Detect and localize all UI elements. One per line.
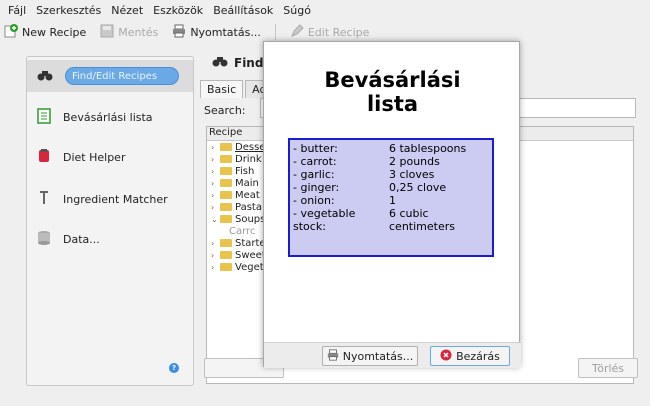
list-item: - garlic: 3 cloves (293, 168, 435, 181)
dialog-close-label: Bezárás (456, 349, 500, 363)
dialog-print-label: Nyomtatás... (342, 349, 414, 363)
tree-row-label: Starte (235, 237, 266, 249)
list-item: - onion: 1 (293, 194, 396, 207)
folder-icon (220, 143, 232, 151)
list-item: - carrot: 2 pounds (293, 155, 440, 168)
chevron-right-icon[interactable]: › (211, 203, 217, 212)
chevron-right-icon[interactable]: › (211, 263, 217, 272)
menu-settings[interactable]: Beállítások (213, 4, 273, 17)
delete-label: Törlés (591, 361, 625, 375)
binoculars-icon (212, 54, 228, 71)
new-recipe-icon (4, 23, 18, 41)
shopping-list-dialog: Bevásárlási lista - butter: 6 tablespoons … (263, 41, 521, 368)
search-label: Search: (204, 104, 246, 117)
save-icon (100, 24, 114, 41)
sidebar-item-label: Ingredient Matcher (63, 192, 168, 206)
chevron-right-icon[interactable]: › (211, 239, 217, 248)
sidebar-item-label: Diet Helper (63, 150, 126, 164)
folder-icon (220, 155, 232, 163)
folder-icon (220, 203, 232, 211)
sidebar-item-diet-helper[interactable]: Diet Helper (27, 141, 193, 173)
sidebar-item-ingredient-matcher[interactable]: Ingredient Matcher (27, 183, 193, 215)
find-search-input[interactable]: Find/Edit Recipes (65, 67, 179, 85)
chevron-right-icon[interactable]: › (211, 167, 217, 176)
list-icon (37, 107, 51, 127)
tree-row-label: Sweet (235, 249, 266, 261)
binoculars-icon (37, 68, 53, 85)
folder-icon (220, 239, 232, 247)
chevron-right-icon[interactable]: › (211, 191, 217, 200)
matcher-icon (37, 190, 51, 209)
printer-icon (172, 24, 186, 41)
close-icon (440, 349, 452, 364)
list-item: - vegetable stock: 6 cubic centimeters (293, 207, 455, 233)
tree-row-label: Pasta (235, 201, 262, 213)
chevron-right-icon[interactable]: › (211, 251, 217, 260)
new-recipe-label: New Recipe (22, 25, 87, 39)
toolbar-separator (274, 24, 276, 40)
menubar: Fájl Szerkesztés Nézet Eszközök Beállítá… (0, 0, 650, 20)
edit-recipe-label: Edit Recipe (307, 25, 370, 39)
sidebar-item-label: Bevásárlási lista (63, 110, 153, 124)
dialog-title: Bevásárlási lista (324, 68, 461, 116)
sidebar-item-label: Data... (63, 232, 100, 246)
tree-row-label: Main (235, 177, 259, 189)
print-label: Nyomtatás... (190, 25, 261, 39)
folder-icon (220, 179, 232, 187)
tree-row-label: Desse (235, 141, 266, 153)
tree-row-label: Veget (235, 261, 264, 273)
menu-tools[interactable]: Eszközök (153, 4, 203, 17)
shopping-list-table: - butter: 6 tablespoons - carrot: 2 pounds… (288, 138, 494, 257)
tree-row-label: Drink (235, 153, 262, 165)
tab-basic[interactable]: Basic (200, 80, 244, 98)
chevron-down-icon[interactable]: ⌄ (211, 215, 218, 224)
sidebar: Find/Edit Recipes Bevásárlási lista Diet… (26, 56, 194, 386)
chevron-right-icon[interactable]: › (211, 179, 217, 188)
pencil-icon (290, 23, 304, 41)
sidebar-item-shopping-list[interactable]: Bevásárlási lista (27, 101, 193, 133)
folder-icon (220, 191, 232, 199)
page-title: Find (212, 54, 263, 71)
list-item: - butter: 6 tablespoons (293, 142, 467, 155)
page-title-text: Find (234, 55, 264, 70)
menu-view[interactable]: Nézet (111, 4, 143, 17)
save-label: Mentés (118, 25, 159, 39)
delete-button[interactable]: Törlés (578, 358, 638, 378)
print-button[interactable]: Nyomtatás... (172, 24, 261, 41)
menu-help[interactable]: Súgó (283, 4, 311, 17)
dialog-footer: Nyomtatás... Bezárás (264, 342, 521, 368)
menu-edit[interactable]: Szerkesztés (36, 4, 101, 17)
folder-icon (220, 263, 232, 271)
data-icon (37, 230, 51, 249)
sidebar-item-data[interactable]: Data... (27, 223, 193, 255)
dialog-close-button[interactable]: Bezárás (430, 346, 510, 366)
printer-icon (327, 348, 339, 364)
chevron-right-icon[interactable]: › (211, 143, 217, 152)
chevron-right-icon[interactable]: › (211, 155, 217, 164)
tree-row-label: Carrc (229, 225, 256, 237)
tree-row-label: Fish (235, 165, 255, 177)
dialog-print-button[interactable]: Nyomtatás... (322, 346, 418, 366)
sidebar-item-find[interactable]: Find/Edit Recipes (27, 60, 193, 92)
new-recipe-button[interactable]: New Recipe (4, 23, 87, 41)
menu-file[interactable]: Fájl (8, 4, 26, 17)
folder-icon (220, 215, 232, 223)
save-button[interactable]: Mentés (100, 24, 158, 41)
help-icon[interactable]: ? (169, 363, 179, 373)
folder-icon (220, 251, 232, 259)
tree-row-label: Meat (235, 189, 260, 201)
edit-recipe-button[interactable]: Edit Recipe (290, 23, 370, 41)
list-item: - ginger: 0,25 clove (293, 181, 447, 194)
tree-row-label: Soups (235, 213, 266, 225)
folder-icon (220, 167, 232, 175)
diet-icon (37, 148, 51, 167)
